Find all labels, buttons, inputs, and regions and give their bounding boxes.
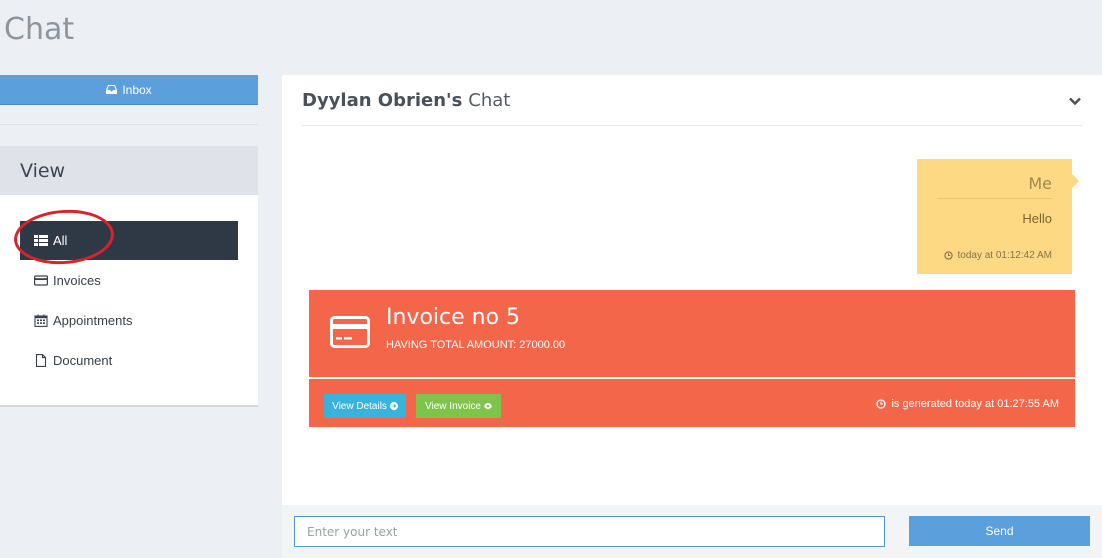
message-time-text: today at 01:12:42 AM: [957, 250, 1052, 261]
sidebar-divider: [0, 124, 258, 125]
view-invoice-label: View Invoice: [425, 400, 481, 412]
invoice-generated-text: is generated today at 01:27:55 AM: [891, 398, 1059, 410]
eye-icon: [483, 403, 492, 409]
invoice-actions: View Details View Invoice is generated t…: [309, 379, 1075, 427]
menu-item-invoices[interactable]: Invoices: [20, 261, 238, 300]
grid-icon: [34, 235, 48, 246]
document-icon: [35, 354, 47, 367]
menu-item-label: Invoices: [53, 273, 101, 288]
message-bubble: Me Hello today at 01:12:42 AM: [917, 159, 1079, 274]
invoice-total: HAVING TOTAL AMOUNT: 27000.00: [386, 339, 566, 351]
view-header: View: [0, 146, 258, 195]
clock-icon: [944, 251, 954, 260]
invoice-card: Invoice no 5 HAVING TOTAL AMOUNT: 27000.…: [309, 290, 1075, 377]
credit-card-icon: [330, 316, 370, 348]
chevron-down-icon[interactable]: [1068, 94, 1082, 108]
chat-panel: Dyylan Obrien's Chat Me Hello today at 0…: [282, 75, 1102, 558]
message-text: Hello: [1022, 211, 1052, 226]
bubble-divider: [937, 198, 1052, 199]
page-title: Chat: [4, 12, 75, 47]
menu-item-label: Document: [53, 353, 113, 368]
inbox-label: Inbox: [122, 82, 152, 97]
chat-header: Dyylan Obrien's Chat: [302, 75, 1082, 126]
clock-icon: [876, 399, 887, 409]
view-details-label: View Details: [332, 400, 387, 412]
invoice-title: Invoice no 5: [386, 305, 521, 330]
menu-item-appointments[interactable]: Appointments: [20, 301, 238, 340]
message-input[interactable]: [294, 516, 885, 547]
inbox-icon: [106, 85, 118, 94]
view-panel: View All Invoices Appointments Document: [0, 146, 258, 407]
send-button[interactable]: Send: [909, 516, 1090, 546]
menu-item-document[interactable]: Document: [20, 341, 238, 380]
contact-name: Dyylan Obrien's: [302, 89, 463, 111]
view-details-button[interactable]: View Details: [324, 394, 406, 418]
menu-item-label: Appointments: [53, 313, 133, 328]
menu-item-all[interactable]: All: [20, 221, 238, 260]
view-invoice-button[interactable]: View Invoice: [416, 394, 501, 418]
calendar-icon: [34, 314, 48, 327]
view-menu: All Invoices Appointments Document: [20, 221, 238, 381]
menu-item-label: All: [53, 233, 68, 248]
arrow-circle-right-icon: [389, 402, 398, 410]
chat-footer: Send: [282, 505, 1102, 558]
credit-card-icon: [34, 275, 48, 286]
message-sender: Me: [1028, 174, 1052, 193]
invoice-generated: is generated today at 01:27:55 AM: [876, 398, 1059, 410]
message-time: today at 01:12:42 AM: [944, 250, 1052, 261]
chat-title-suffix: Chat: [468, 89, 511, 111]
inbox-button[interactable]: Inbox: [0, 75, 258, 105]
